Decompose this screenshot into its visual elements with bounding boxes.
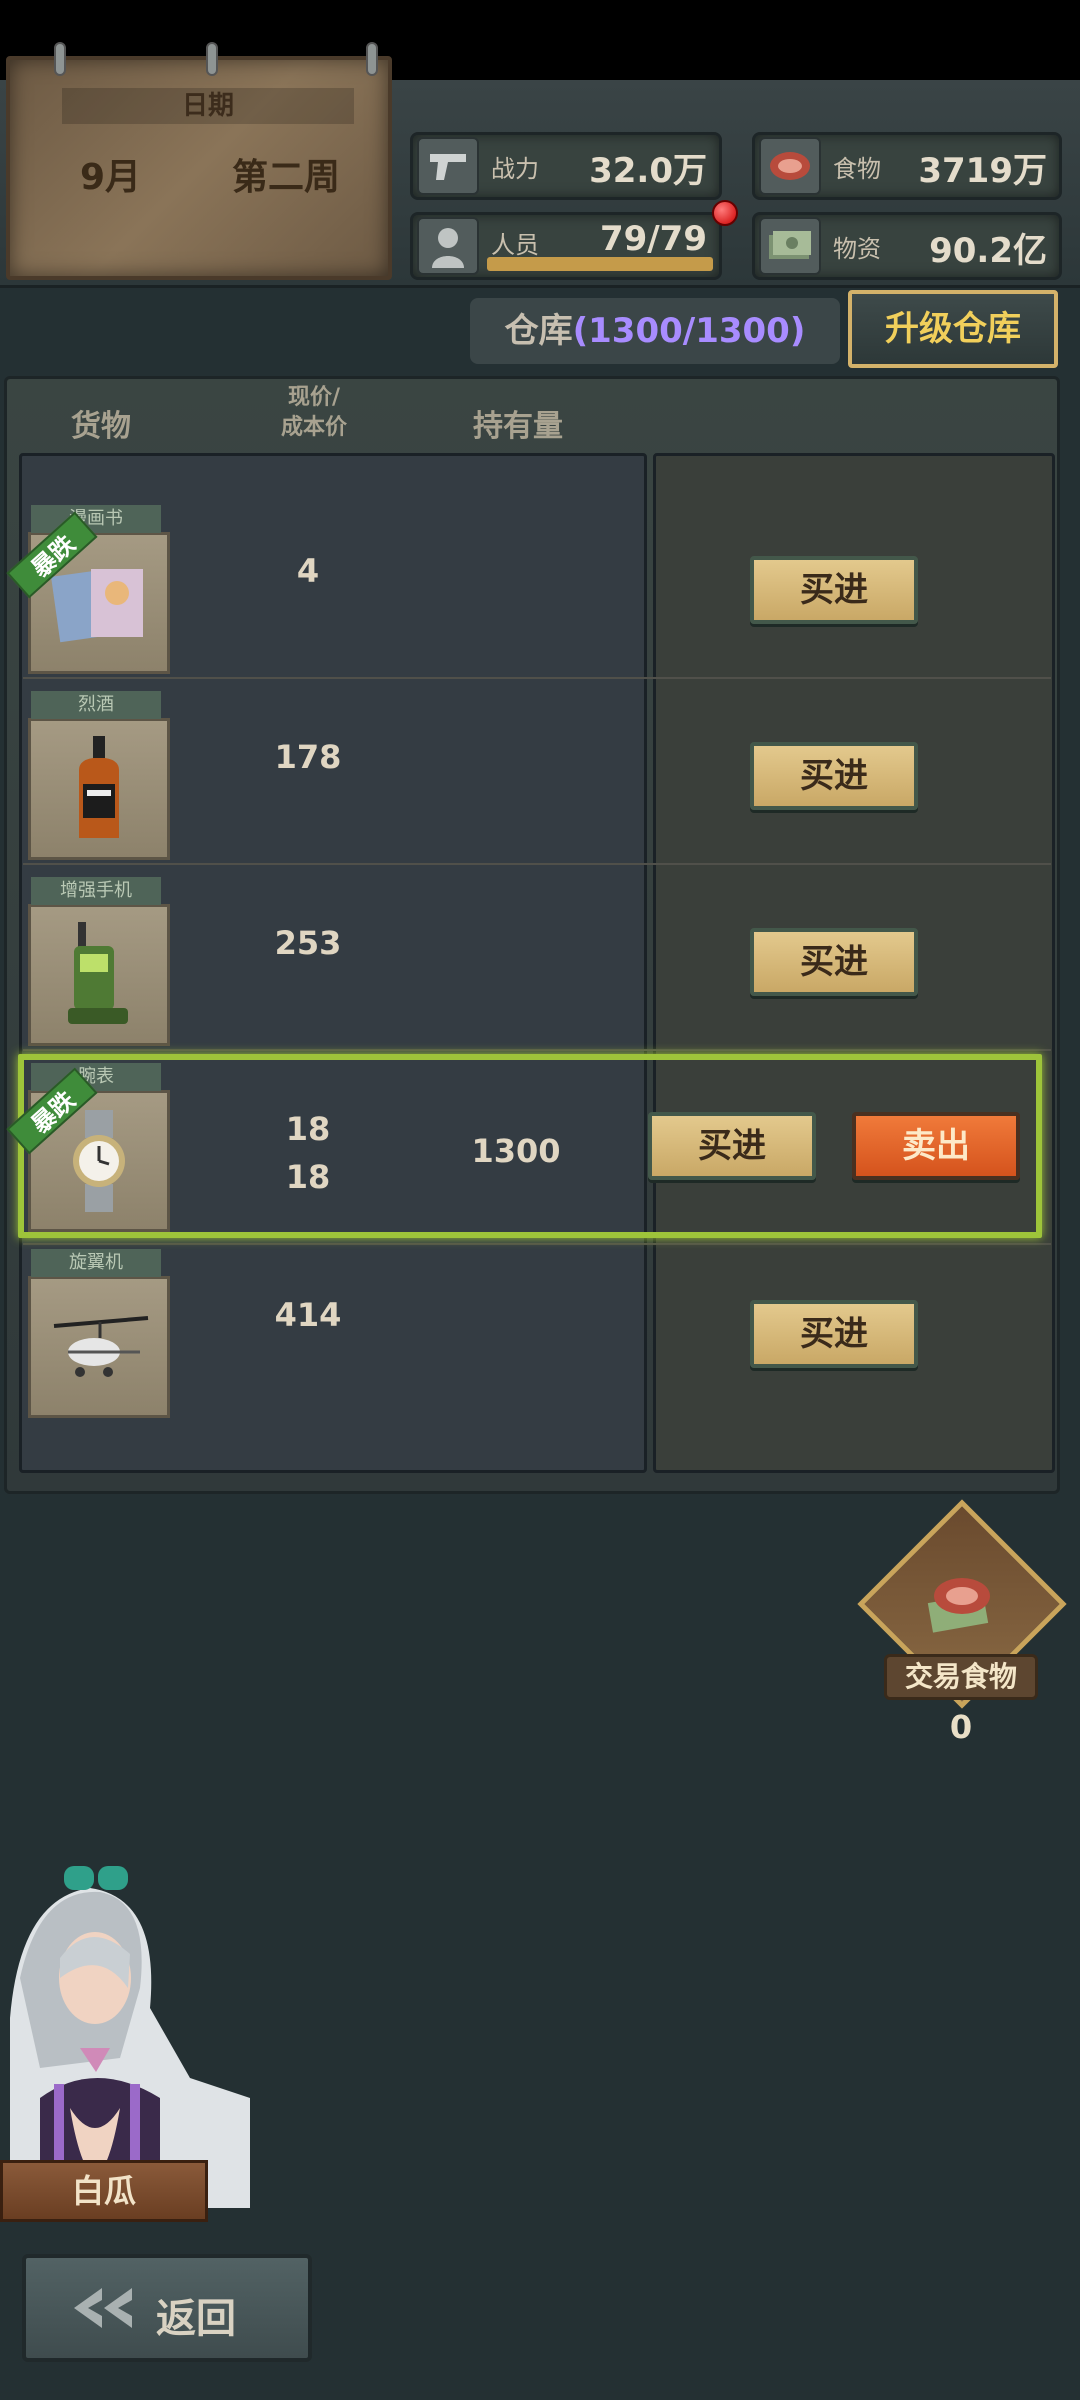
goods-holding: 1300 bbox=[471, 1132, 561, 1170]
supplies-label: 物资 bbox=[833, 235, 881, 263]
buy-button[interactable]: 买进 bbox=[648, 1112, 816, 1180]
goods-price: 4 bbox=[296, 552, 320, 590]
notification-dot bbox=[712, 200, 738, 226]
goods-item-liquor[interactable]: 烈酒 bbox=[28, 691, 170, 860]
character-name: 白瓜 bbox=[0, 2160, 208, 2222]
personnel-value: 79/79 bbox=[599, 219, 707, 259]
gyrocopter-icon bbox=[31, 1279, 167, 1415]
food-value: 3719万 bbox=[918, 151, 1047, 191]
upgrade-warehouse-button[interactable]: 升级仓库 bbox=[848, 290, 1058, 368]
column-price-current: 现价/ bbox=[287, 385, 341, 410]
sell-button[interactable]: 卖出 bbox=[852, 1112, 1020, 1180]
goods-cost: 18 bbox=[285, 1158, 331, 1196]
row-divider bbox=[23, 677, 1051, 679]
double-arrow-left-icon bbox=[66, 2284, 138, 2343]
warehouse-capacity-value: (1300/1300) bbox=[572, 311, 806, 351]
binder-ring bbox=[366, 42, 378, 76]
person-icon bbox=[417, 217, 479, 275]
personnel-label: 人员 bbox=[491, 231, 539, 259]
goods-price: 18 bbox=[285, 1110, 331, 1148]
cash-icon bbox=[759, 217, 821, 275]
goods-name: 烈酒 bbox=[31, 691, 161, 719]
goods-name: 旋翼机 bbox=[31, 1249, 161, 1277]
power-label: 战力 bbox=[491, 155, 539, 183]
meat-icon bbox=[920, 1568, 1000, 1653]
binder-ring bbox=[206, 42, 218, 76]
supplies-value: 90.2亿 bbox=[929, 231, 1047, 271]
date-card: 日期 9月 第二周 bbox=[6, 42, 392, 280]
buy-button[interactable]: 买进 bbox=[750, 556, 918, 624]
date-label: 日期 bbox=[62, 88, 354, 124]
column-holding: 持有量 bbox=[473, 409, 563, 444]
goods-name: 增强手机 bbox=[31, 877, 161, 905]
pistol-icon bbox=[417, 137, 479, 195]
buy-button[interactable]: 买进 bbox=[750, 1300, 918, 1368]
personnel-bar bbox=[487, 257, 713, 271]
column-goods: 货物 bbox=[71, 409, 131, 444]
back-button[interactable]: 返回 bbox=[22, 2254, 312, 2362]
buy-button[interactable]: 买进 bbox=[750, 742, 918, 810]
goods-item-gyrocopter[interactable]: 旋翼机 bbox=[28, 1249, 170, 1418]
power-stat[interactable]: 战力 32.0万 bbox=[410, 132, 722, 200]
meat-icon bbox=[759, 137, 821, 195]
date-week: 第二周 bbox=[232, 157, 341, 198]
trade-food-label[interactable]: 交易食物 bbox=[884, 1654, 1038, 1700]
warehouse-capacity: 仓库(1300/1300) bbox=[470, 298, 840, 364]
row-divider bbox=[23, 863, 1051, 865]
supplies-stat[interactable]: 物资 90.2亿 bbox=[752, 212, 1062, 280]
goods-price: 253 bbox=[274, 924, 342, 962]
warehouse-label: 仓库 bbox=[504, 311, 573, 351]
goods-price: 414 bbox=[274, 1296, 342, 1334]
walkie-talkie-icon bbox=[31, 907, 167, 1043]
back-label: 返回 bbox=[156, 2296, 236, 2342]
goods-price: 178 bbox=[274, 738, 342, 776]
power-value: 32.0万 bbox=[589, 151, 707, 191]
date-month: 9月 bbox=[80, 157, 142, 198]
row-divider bbox=[23, 1243, 1051, 1245]
goods-name: 漫画书 bbox=[31, 505, 161, 533]
goods-name: 腕表 bbox=[31, 1063, 161, 1091]
column-price-cost: 成本价 bbox=[280, 415, 347, 440]
goods-item-phone[interactable]: 增强手机 bbox=[28, 877, 170, 1046]
whiskey-bottle-icon bbox=[31, 721, 167, 857]
trade-food-count: 0 bbox=[949, 1708, 973, 1746]
binder-ring bbox=[54, 42, 66, 76]
row-divider bbox=[23, 1049, 1051, 1051]
character-portrait bbox=[0, 1858, 250, 2208]
food-stat[interactable]: 食物 3719万 bbox=[752, 132, 1062, 200]
column-price: 现价/ 成本价 bbox=[269, 383, 359, 443]
food-label: 食物 bbox=[833, 155, 881, 183]
buy-button[interactable]: 买进 bbox=[750, 928, 918, 996]
personnel-stat[interactable]: 人员 79/79 bbox=[410, 212, 722, 280]
